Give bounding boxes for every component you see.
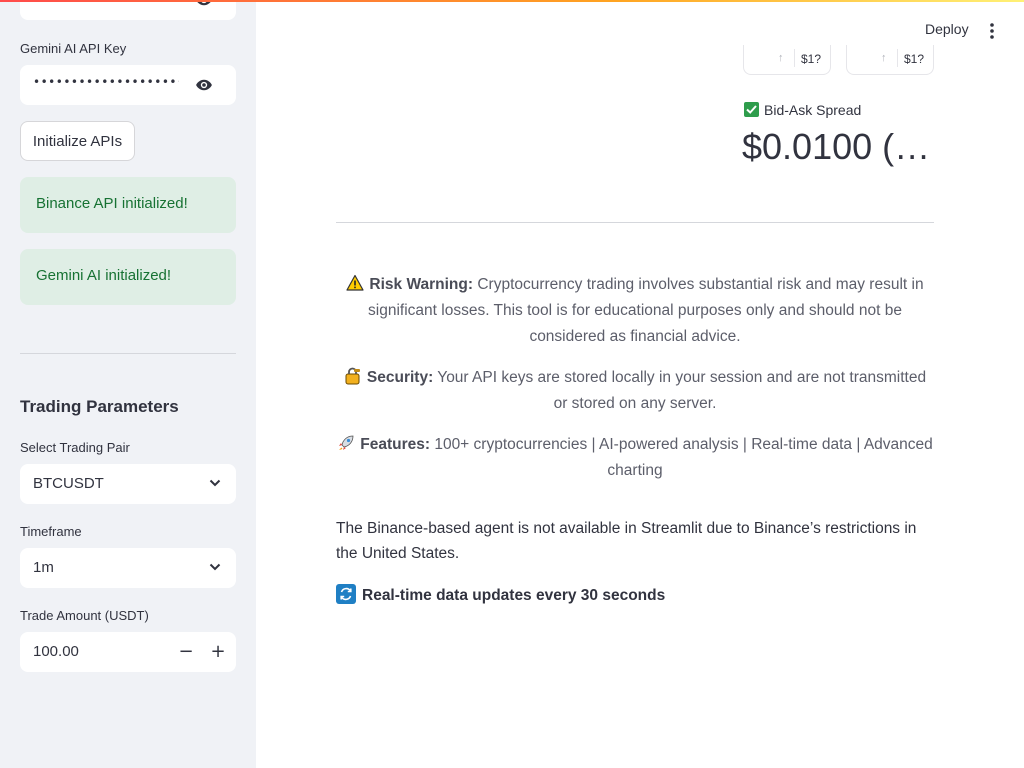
rocket-icon bbox=[339, 435, 354, 450]
update-notice-text: Real-time data updates every 30 seconds bbox=[362, 587, 666, 604]
gemini-success-alert: Gemini AI initialized! bbox=[20, 249, 236, 305]
update-notice: Real-time data updates every 30 seconds bbox=[336, 584, 665, 605]
features-title: Features: bbox=[360, 436, 431, 453]
bid-ask-spread-label: Bid-Ask Spread bbox=[744, 102, 861, 118]
security-title: Security: bbox=[366, 369, 434, 386]
metric-card: ↑ $1? bbox=[743, 45, 831, 75]
trading-pair-label: Select Trading Pair bbox=[20, 440, 130, 455]
trade-amount-input[interactable]: 100.00 − + bbox=[20, 632, 236, 672]
eye-icon[interactable] bbox=[194, 76, 214, 94]
top-decoration-bar bbox=[0, 0, 1024, 2]
risk-warning-title: Risk Warning: bbox=[369, 276, 474, 293]
warning-icon bbox=[346, 274, 364, 291]
main-menu-icon[interactable] bbox=[986, 22, 998, 40]
lock-key-icon bbox=[345, 367, 360, 385]
availability-note: The Binance-based agent is not available… bbox=[336, 520, 917, 562]
gemini-key-input[interactable]: ••••••••••••••••••••••••••••••••••• bbox=[20, 65, 236, 105]
chevron-down-icon bbox=[209, 479, 221, 487]
risk-warning: Risk Warning: Cryptocurrency trading inv… bbox=[336, 272, 934, 350]
trading-parameters-heading: Trading Parameters bbox=[20, 397, 179, 416]
bid-ask-spread-value: $0.0100 (0… bbox=[742, 126, 934, 167]
initialize-apis-button[interactable]: Initialize APIs bbox=[20, 121, 135, 161]
security-text: Your API keys are stored locally in your… bbox=[433, 369, 927, 412]
delta-arrow-icon: ↑ bbox=[778, 52, 784, 64]
metric-value: $1? bbox=[904, 52, 925, 66]
timeframe-select[interactable]: 1m bbox=[20, 548, 236, 588]
binance-success-alert: Binance API initialized! bbox=[20, 177, 236, 233]
metric-separator bbox=[897, 49, 898, 67]
binance-secret-input[interactable]: ••••••••••••••••••••••••••••••••••• bbox=[20, 0, 236, 20]
trade-amount-value: 100.00 bbox=[33, 643, 79, 660]
gemini-key-label: Gemini AI API Key bbox=[20, 41, 127, 56]
refresh-icon bbox=[336, 584, 356, 604]
deploy-button[interactable]: Deploy bbox=[925, 21, 969, 37]
security-note: Security: Your API keys are stored local… bbox=[336, 365, 934, 417]
metric-separator bbox=[794, 49, 795, 67]
timeframe-label: Timeframe bbox=[20, 524, 82, 539]
check-mark-icon bbox=[744, 102, 759, 117]
trade-amount-label: Trade Amount (USDT) bbox=[20, 608, 149, 623]
features-text: 100+ cryptocurrencies | AI-powered analy… bbox=[430, 436, 933, 479]
bid-ask-spread-text: Bid-Ask Spread bbox=[764, 102, 862, 118]
trading-pair-value: BTCUSDT bbox=[33, 475, 104, 492]
increment-button[interactable]: + bbox=[204, 638, 232, 666]
main-divider bbox=[336, 222, 934, 223]
sidebar: ••••••••••••••••••••••••••••••••••• Gemi… bbox=[0, 0, 256, 768]
metric-card: ↑ $1? bbox=[846, 45, 934, 75]
trading-pair-select[interactable]: BTCUSDT bbox=[20, 464, 236, 504]
password-dots: ••••••••••••••••••••••••••••••••••• bbox=[33, 75, 179, 89]
metric-value: $1? bbox=[801, 52, 822, 66]
chevron-down-icon bbox=[209, 563, 221, 571]
timeframe-value: 1m bbox=[33, 559, 54, 576]
sidebar-divider bbox=[20, 353, 236, 354]
delta-arrow-icon: ↑ bbox=[881, 52, 887, 64]
features-note: Features: 100+ cryptocurrencies | AI-pow… bbox=[336, 432, 934, 484]
decrement-button[interactable]: − bbox=[172, 638, 200, 666]
